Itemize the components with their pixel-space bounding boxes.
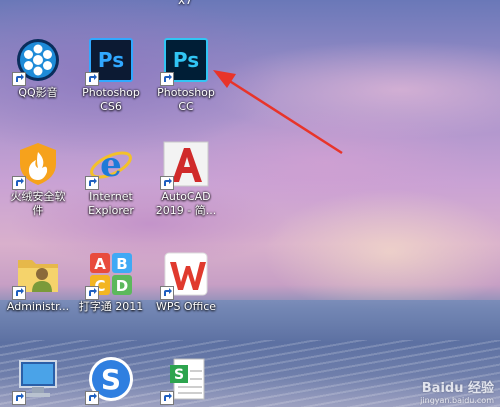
watermark-url: jingyan.baidu.com — [420, 396, 494, 405]
annotation-arrow — [213, 70, 343, 155]
watermark-text: Baidu 经验 — [421, 381, 494, 396]
baidu-watermark: Baidu 经验 jingyan.baidu.com — [420, 377, 494, 405]
